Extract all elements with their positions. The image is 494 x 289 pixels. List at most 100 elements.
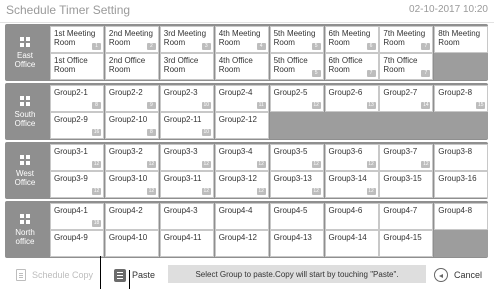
empty-slot: [434, 53, 489, 80]
group-cell[interactable]: Group4-11: [159, 230, 214, 257]
group-cell[interactable]: Group4-14: [324, 230, 379, 257]
cursor-line-right: [129, 270, 130, 289]
group-cell[interactable]: 8th Meeting Room: [434, 26, 489, 53]
group-cell[interactable]: Group3-10 12: [104, 171, 159, 198]
group-cell[interactable]: Group2-8 15: [434, 85, 489, 112]
group-cell[interactable]: Group3-4 12: [214, 144, 269, 171]
paste-button[interactable]: Paste: [114, 266, 155, 284]
group-cell[interactable]: Group2-1 8: [50, 85, 104, 112]
schedule-number-badge: 5: [311, 70, 321, 77]
group-cell[interactable]: 2nd Meeting Room 2: [104, 26, 159, 53]
group-cell[interactable]: Group4-1 18: [50, 203, 104, 230]
group-name: Group4-12: [218, 233, 257, 242]
group-cell[interactable]: 6th Meeting Room 6: [324, 26, 379, 53]
group-cell[interactable]: Group3-12 12: [214, 171, 269, 198]
group-cell[interactable]: Group2-12: [214, 112, 269, 139]
schedule-number-badge: 18: [92, 220, 101, 227]
group-name: Group4-1: [54, 206, 88, 215]
group-cell[interactable]: 6th Office Room 7: [324, 53, 379, 80]
group-cell[interactable]: Group4-5: [269, 203, 324, 230]
group-cell[interactable]: Group4-7: [379, 203, 434, 230]
group-name: 6th Meeting Room: [328, 29, 371, 47]
back-arrow-icon: [434, 268, 448, 282]
group-cell[interactable]: Group2-2 9: [104, 85, 159, 112]
group-cell[interactable]: Group2-11 10: [159, 112, 214, 139]
group-cell[interactable]: Group4-8: [434, 203, 489, 230]
group-cell[interactable]: Group4-10: [104, 230, 159, 257]
group-name: Group4-13: [273, 233, 312, 242]
zone-label-line1: South: [14, 109, 36, 119]
group-cell[interactable]: Group3-16: [434, 171, 489, 198]
zone-label-line1: West: [15, 168, 35, 178]
group-cell[interactable]: Group4-12: [214, 230, 269, 257]
group-cell[interactable]: Group2-7 14: [379, 85, 434, 112]
group-name: Group3-12: [218, 174, 257, 183]
group-cell[interactable]: 4th Meeting Room 4: [214, 26, 269, 53]
zone-label[interactable]: East Office: [5, 24, 45, 81]
group-name: Group3-1: [54, 147, 88, 156]
group-name: Group2-8: [438, 88, 473, 97]
group-name: 8th Meeting Room: [438, 29, 481, 47]
group-cell[interactable]: Group2-3 10: [159, 85, 214, 112]
zone-section: South Office Group2-1 8 Group2-2 9 Group2-3 10 G…: [5, 83, 489, 140]
group-cell[interactable]: Group3-13 12: [269, 171, 324, 198]
group-cell[interactable]: Group4-15: [379, 230, 434, 257]
group-cell[interactable]: Group2-5 12: [269, 85, 324, 112]
schedule-copy-label: Schedule Copy: [32, 270, 94, 280]
schedule-copy-button[interactable]: Schedule Copy: [16, 266, 93, 284]
group-cell[interactable]: 1st Office Room: [50, 53, 104, 80]
group-cell[interactable]: Group3-11 12: [159, 171, 214, 198]
group-cell[interactable]: Group4-6: [324, 203, 379, 230]
schedule-number-badge: 12: [311, 102, 321, 109]
group-name: Group3-4: [218, 147, 253, 156]
group-name: Group3-14: [328, 174, 367, 183]
group-cell[interactable]: 1st Meeting Room 1: [50, 26, 104, 53]
group-cell[interactable]: Group3-14 12: [324, 171, 379, 198]
group-cell[interactable]: Group3-15: [379, 171, 434, 198]
group-cell[interactable]: Group2-4 11: [214, 85, 269, 112]
group-cell[interactable]: 5th Meeting Room 5: [269, 26, 324, 53]
cancel-button[interactable]: Cancel: [434, 266, 482, 284]
group-cell[interactable]: 4th Office Room: [214, 53, 269, 80]
group-name: Group3-16: [438, 174, 477, 183]
zone-label[interactable]: West Office: [5, 142, 45, 199]
zone-label[interactable]: South Office: [5, 83, 45, 140]
group-name: Group3-6: [328, 147, 363, 156]
group-cell[interactable]: Group2-6 13: [324, 85, 379, 112]
group-cell[interactable]: Group4-13: [269, 230, 324, 257]
schedule-number-badge: 4: [256, 43, 266, 50]
group-cell[interactable]: Group3-3 12: [159, 144, 214, 171]
group-cell[interactable]: 7th Office Room 7: [379, 53, 434, 80]
group-cell[interactable]: 3rd Office Room: [159, 53, 214, 80]
zone-label[interactable]: North office: [5, 201, 45, 258]
group-cell[interactable]: Group4-2: [104, 203, 159, 230]
group-cell[interactable]: Group3-6 12: [324, 144, 379, 171]
group-cell[interactable]: Group4-9: [50, 230, 104, 257]
group-cell[interactable]: 7th Meeting Room 7: [379, 26, 434, 53]
group-cell[interactable]: Group4-4: [214, 203, 269, 230]
group-cell[interactable]: Group3-2 12: [104, 144, 159, 171]
group-cell[interactable]: Group3-1 12: [50, 144, 104, 171]
group-cell[interactable]: Group2-9 16: [50, 112, 104, 139]
schedule-number-badge: 12: [311, 188, 321, 195]
group-cell[interactable]: 5th Office Room 5: [269, 53, 324, 80]
group-cell[interactable]: Group3-9 12: [50, 171, 104, 198]
schedule-number-badge: 12: [92, 161, 101, 168]
document-icon: [16, 269, 26, 281]
group-cell[interactable]: Group3-7 12: [379, 144, 434, 171]
group-cell[interactable]: Group3-8: [434, 144, 489, 171]
schedule-number-badge: 12: [256, 188, 266, 195]
group-cell[interactable]: Group4-3: [159, 203, 214, 230]
group-name: Group2-7: [383, 88, 418, 97]
zone-section: East Office 1st Meeting Room 1 2nd Meeting R…: [5, 24, 489, 81]
zone-section: West Office Group3-1 12 Group3-2 12 Group3-3 12…: [5, 142, 489, 199]
group-name: Group3-2: [108, 147, 143, 156]
group-cell[interactable]: Group3-5 12: [269, 144, 324, 171]
group-cell[interactable]: 2nd Office Room: [104, 53, 159, 80]
schedule-number-badge: 12: [256, 161, 266, 168]
group-name: 4th Meeting Room: [218, 29, 261, 47]
schedule-number-badge: 12: [92, 188, 101, 195]
group-name: Group4-3: [163, 206, 198, 215]
group-cell[interactable]: 3rd Meeting Room 3: [159, 26, 214, 53]
group-cell[interactable]: Group2-10 8: [104, 112, 159, 139]
